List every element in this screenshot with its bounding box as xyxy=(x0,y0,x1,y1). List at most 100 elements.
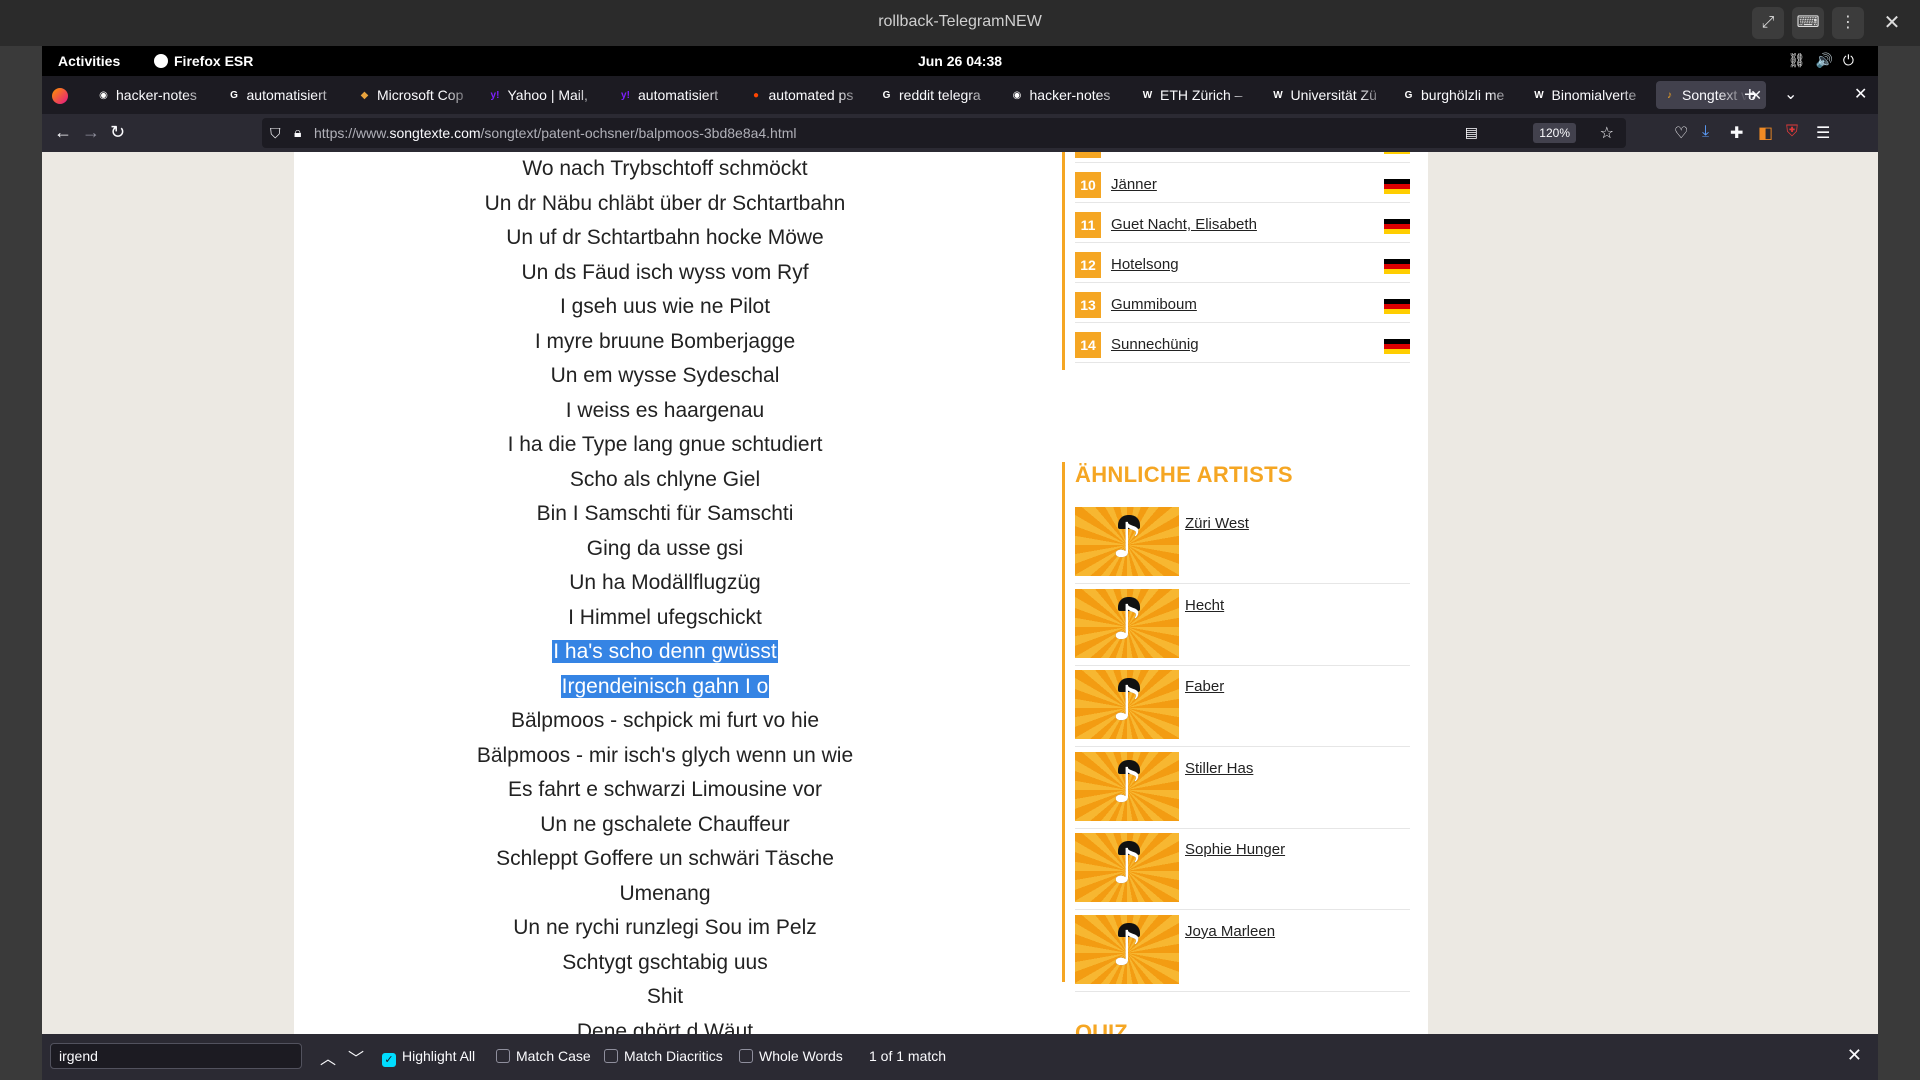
system-tray[interactable]: ⛓🔊⏻ xyxy=(1788,52,1864,69)
match-diacritics-checkbox[interactable]: Match Diacritics xyxy=(604,1048,723,1064)
lyric-line: Un ds Fäud isch wyss vom Ryf xyxy=(424,256,906,291)
gnome-top-bar: Activities Firefox ESR Jun 26 04:38 ⛓🔊⏻ xyxy=(42,46,1878,76)
close-icon[interactable]: ✕ xyxy=(1854,84,1867,104)
tab[interactable]: ◆ Microsoft Cop xyxy=(351,81,475,109)
lyric-text: Scho als chlyne Giel xyxy=(569,467,761,491)
music-note-icon: ♪ xyxy=(1111,757,1143,814)
pocket-icon[interactable]: ♡ xyxy=(1674,123,1688,143)
reload-icon[interactable]: ↻ xyxy=(110,122,125,143)
tab[interactable]: ◉ hacker-notes xyxy=(1004,81,1128,109)
shield-icon[interactable]: ⛉ xyxy=(270,125,281,142)
tab[interactable]: ● automated ps xyxy=(743,81,867,109)
tab[interactable]: W Universität Zü xyxy=(1265,81,1389,109)
artist-link[interactable]: Hecht xyxy=(1185,597,1224,614)
back-arrow-icon[interactable]: ← xyxy=(54,122,72,143)
artist-placeholder-image[interactable]: ♪ xyxy=(1075,507,1179,576)
zoom-level-button[interactable]: 120% xyxy=(1533,123,1576,143)
lyric-line: I myre bruune Bomberjagge xyxy=(424,325,906,360)
ublock-icon[interactable]: ⛨ xyxy=(1786,123,1798,141)
artist-placeholder-image[interactable]: ♪ xyxy=(1075,914,1179,984)
track-link[interactable]: Guet Nacht, Elisabeth xyxy=(1111,216,1257,233)
lyric-text: Schleppt Goffere un schwäri Täsche xyxy=(496,847,834,870)
track-row: 9 Auskiaur xyxy=(1075,152,1410,163)
tab[interactable]: y! Yahoo | Mail, xyxy=(482,81,606,109)
track-number-badge: 9 xyxy=(1075,152,1101,158)
lyric-line: Un ne gschalete Chauffeur xyxy=(424,808,906,843)
lyric-line: Un dr Näbu chläbt über dr Schtartbahn xyxy=(424,187,906,222)
lyric-text: Ging da usse gsi xyxy=(586,536,744,560)
next-section-heading: QUIZ xyxy=(1075,1020,1128,1034)
artist-link[interactable]: Sophie Hunger xyxy=(1185,841,1285,858)
german-flag-icon xyxy=(1384,179,1410,194)
find-input[interactable]: irgend xyxy=(50,1043,302,1069)
lyric-line: Scho als chlyne Giel xyxy=(424,463,906,498)
artist-link[interactable]: Faber xyxy=(1185,678,1224,695)
track-link[interactable]: Auskiaur xyxy=(1111,152,1169,153)
similar-artists-heading: ÄHNLICHE ARTISTS xyxy=(1075,462,1293,487)
music-note-icon: ♪ xyxy=(1111,920,1143,977)
german-flag-icon xyxy=(1384,152,1410,154)
artist-placeholder-image[interactable]: ♪ xyxy=(1075,588,1179,658)
lyric-line: Schtygt gschtabig uus xyxy=(424,946,906,981)
tab[interactable]: W ETH Zürich – xyxy=(1134,81,1258,109)
github-icon: ◉ xyxy=(1012,90,1022,101)
forward-arrow-icon[interactable]: → xyxy=(82,122,100,143)
german-flag-icon xyxy=(1384,299,1410,314)
artist-link[interactable]: Stiller Has xyxy=(1185,760,1253,777)
track-number-badge: 13 xyxy=(1075,292,1101,318)
firefox-view-icon[interactable] xyxy=(52,88,68,104)
tab-fade xyxy=(1358,81,1389,109)
wikipedia-icon: W xyxy=(1534,90,1544,101)
url-domain: songtexte.com xyxy=(389,125,481,141)
google-icon: G xyxy=(882,90,891,101)
lyric-line: Dene ghört d Wäut xyxy=(424,1015,906,1035)
clock[interactable]: Jun 26 04:38 xyxy=(42,53,1878,69)
track-link[interactable]: Jänner xyxy=(1111,176,1157,193)
wikipedia-icon: W xyxy=(1273,90,1283,101)
checkbox-icon xyxy=(604,1049,618,1063)
lock-icon[interactable]: 🔒︎ xyxy=(294,124,301,141)
close-icon[interactable]: ✕ xyxy=(1847,1045,1862,1066)
star-icon[interactable]: ☆ xyxy=(1600,123,1614,143)
url-bar[interactable]: ⛉ 🔒︎ https://www.songtexte.com/songtext/… xyxy=(262,118,1626,148)
track-link[interactable]: Sunnechünig xyxy=(1111,336,1199,353)
tab[interactable]: ◉ hacker-notes xyxy=(90,81,214,109)
url-text[interactable]: https://www.songtexte.com/songtext/paten… xyxy=(314,125,797,141)
artist-link[interactable]: Joya Marleen xyxy=(1185,923,1275,940)
addon-icon[interactable]: ◧ xyxy=(1758,123,1773,143)
hamburger-menu-icon[interactable]: ☰ xyxy=(1816,123,1830,143)
copilot-icon: ◆ xyxy=(360,90,369,101)
lyric-text: Shit xyxy=(646,985,684,1008)
tab[interactable]: W Binomialverte xyxy=(1526,81,1650,109)
extensions-icon[interactable]: ✚ xyxy=(1730,123,1743,143)
highlight-all-checkbox[interactable]: ✓ Highlight All xyxy=(382,1048,475,1067)
new-tab-icon[interactable]: + xyxy=(1744,84,1756,107)
artist-placeholder-image[interactable]: ♪ xyxy=(1075,833,1179,902)
close-icon[interactable]: ✕ xyxy=(1876,7,1908,39)
chevron-down-icon[interactable]: ⌄ xyxy=(1784,84,1797,104)
url-prefix: https://www. xyxy=(314,125,390,141)
track-number-badge: 10 xyxy=(1075,172,1101,198)
reader-view-icon[interactable]: ▤ xyxy=(1465,124,1478,141)
track-link[interactable]: Hotelsong xyxy=(1111,256,1179,273)
whole-words-checkbox[interactable]: Whole Words xyxy=(739,1048,843,1064)
kebab-menu-icon[interactable]: ⋮ xyxy=(1832,7,1864,39)
artist-link[interactable]: Züri West xyxy=(1185,515,1249,532)
tab-fade xyxy=(836,81,867,109)
artist-placeholder-image[interactable]: ♪ xyxy=(1075,670,1179,739)
lyric-line-selected: Irgendeinisch gahn I o xyxy=(424,670,906,705)
find-next-icon[interactable]: ﹀ xyxy=(348,1045,364,1069)
tab[interactable]: Gautomatisiert xyxy=(221,81,345,109)
tab[interactable]: Greddit telegra xyxy=(873,81,997,109)
track-link[interactable]: Gummiboum xyxy=(1111,296,1197,313)
artist-row: ♪ Faber xyxy=(1075,665,1410,747)
fullscreen-icon[interactable]: ⤢ xyxy=(1752,7,1784,39)
match-case-checkbox[interactable]: Match Case xyxy=(496,1048,591,1064)
find-previous-icon[interactable]: ︿ xyxy=(320,1045,336,1069)
keyboard-icon[interactable]: ⌨ xyxy=(1792,7,1824,39)
tab[interactable]: y! automatisiert xyxy=(612,81,736,109)
tab[interactable]: Gburghölzli me xyxy=(1395,81,1519,109)
artist-placeholder-image[interactable]: ♪ xyxy=(1075,751,1179,821)
download-icon[interactable]: ⤓ xyxy=(1702,123,1709,141)
lyric-text: I gseh uus wie ne Pilot xyxy=(559,295,771,318)
